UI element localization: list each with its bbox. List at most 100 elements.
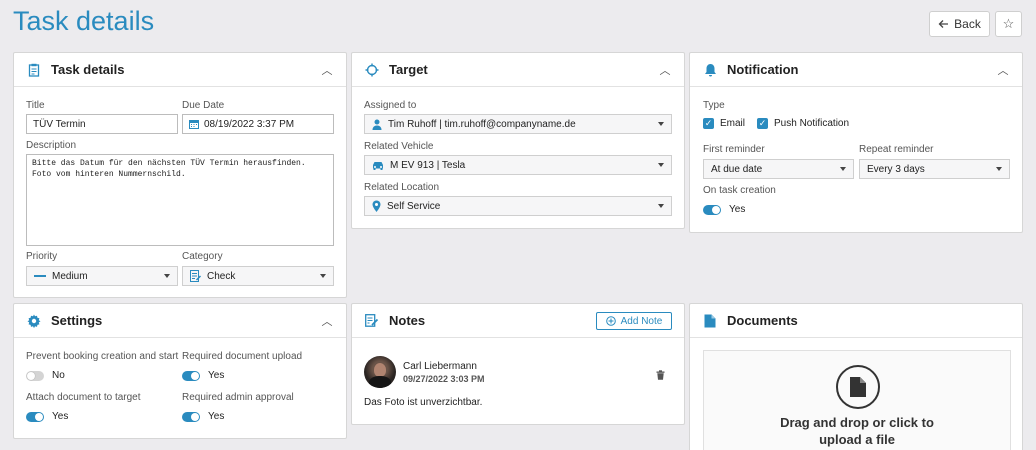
calendar-icon bbox=[189, 120, 199, 129]
category-label: Category bbox=[182, 251, 223, 262]
settings-title: Settings bbox=[51, 313, 103, 328]
first-reminder-value: At due date bbox=[711, 163, 763, 175]
task-details-card: Task details ︿ Title TÜV Termin Due Date… bbox=[13, 52, 347, 298]
add-note-label: Add Note bbox=[620, 315, 663, 327]
notes-card: Notes Add Note Carl Liebermann 09/27/202… bbox=[351, 303, 685, 425]
prevent-label: Prevent booking creation and start bbox=[26, 351, 179, 362]
minus-icon bbox=[34, 274, 46, 278]
assigned-label: Assigned to bbox=[364, 100, 417, 111]
documents-title: Documents bbox=[727, 313, 798, 328]
back-button[interactable]: Back bbox=[929, 11, 990, 37]
first-reminder-select[interactable]: At due date bbox=[703, 159, 854, 179]
add-note-button[interactable]: Add Note bbox=[596, 312, 672, 330]
notification-title: Notification bbox=[727, 62, 799, 77]
email-checkbox[interactable]: ✓ Email bbox=[703, 118, 745, 129]
title-label: Title bbox=[26, 100, 45, 111]
chevron-up-icon[interactable]: ︿ bbox=[320, 62, 334, 78]
dropzone-line2: upload a file bbox=[819, 432, 895, 447]
note-date: 09/27/2022 3:03 PM bbox=[403, 374, 485, 384]
document-icon bbox=[702, 313, 718, 329]
assigned-select[interactable]: Tim Ruhoff | tim.ruhoff@companyname.de bbox=[364, 114, 672, 134]
target-header[interactable]: Target ︿ bbox=[352, 53, 684, 87]
chevron-up-icon[interactable]: ︿ bbox=[658, 62, 672, 78]
car-icon bbox=[372, 161, 384, 170]
file-dropzone[interactable]: Drag and drop or click to upload a file bbox=[703, 350, 1011, 450]
clipboard-icon bbox=[26, 62, 42, 78]
star-icon: ☆ bbox=[1002, 16, 1015, 31]
checkmark-icon: ✓ bbox=[757, 118, 768, 129]
priority-value: Medium bbox=[52, 270, 88, 282]
vehicle-label: Related Vehicle bbox=[364, 141, 434, 152]
target-title: Target bbox=[389, 62, 428, 77]
map-pin-icon bbox=[372, 200, 381, 212]
edit-note-icon bbox=[364, 313, 380, 329]
title-input[interactable]: TÜV Termin bbox=[26, 114, 178, 134]
trash-icon[interactable] bbox=[656, 367, 665, 385]
admin-label: Required admin approval bbox=[182, 392, 294, 403]
toggle-switch[interactable] bbox=[703, 204, 721, 215]
attach-label: Attach document to target bbox=[26, 392, 141, 403]
type-label: Type bbox=[703, 100, 725, 111]
due-date-label: Due Date bbox=[182, 100, 225, 111]
chevron-up-icon[interactable]: ︿ bbox=[320, 313, 334, 329]
toggle-switch[interactable] bbox=[26, 370, 44, 381]
location-value: Self Service bbox=[387, 200, 441, 212]
notification-card: Notification ︿ Type ✓ Email ✓ Push Notif… bbox=[689, 52, 1023, 233]
documents-header: Documents bbox=[690, 304, 1022, 338]
push-label: Push Notification bbox=[774, 118, 850, 129]
attach-toggle[interactable]: Yes bbox=[26, 411, 68, 422]
assigned-value: Tim Ruhoff | tim.ruhoff@companyname.de bbox=[388, 118, 576, 130]
prevent-toggle[interactable]: No bbox=[26, 370, 65, 381]
priority-label: Priority bbox=[26, 251, 58, 262]
on-creation-value: Yes bbox=[729, 204, 746, 215]
admin-value: Yes bbox=[208, 411, 225, 422]
doc-upload-toggle[interactable]: Yes bbox=[182, 370, 224, 381]
category-select[interactable]: Check bbox=[182, 266, 334, 286]
prevent-value: No bbox=[52, 370, 65, 381]
page-title: Task details bbox=[13, 6, 155, 36]
checkmark-icon: ✓ bbox=[703, 118, 714, 129]
description-label: Description bbox=[26, 140, 77, 151]
checklist-icon bbox=[190, 270, 201, 282]
due-date-input[interactable]: 08/19/2022 3:37 PM bbox=[182, 114, 334, 134]
admin-toggle[interactable]: Yes bbox=[182, 411, 224, 422]
category-value: Check bbox=[207, 270, 236, 282]
settings-header[interactable]: Settings ︿ bbox=[14, 304, 346, 338]
back-button-label: Back bbox=[954, 17, 981, 31]
caret-down-icon bbox=[996, 167, 1002, 171]
documents-card: Documents Drag and drop or click to uplo… bbox=[689, 303, 1023, 450]
vehicle-select[interactable]: M EV 913 | Tesla bbox=[364, 155, 672, 175]
location-label: Related Location bbox=[364, 182, 440, 193]
toggle-switch[interactable] bbox=[182, 411, 200, 422]
toggle-switch[interactable] bbox=[182, 370, 200, 381]
task-details-header[interactable]: Task details ︿ bbox=[14, 53, 346, 87]
notification-header[interactable]: Notification ︿ bbox=[690, 53, 1022, 87]
push-checkbox[interactable]: ✓ Push Notification bbox=[757, 118, 849, 129]
vehicle-value: M EV 913 | Tesla bbox=[390, 159, 466, 171]
user-icon bbox=[372, 119, 382, 130]
settings-card: Settings ︿ Prevent booking creation and … bbox=[13, 303, 347, 439]
avatar bbox=[364, 356, 396, 388]
caret-down-icon bbox=[164, 274, 170, 278]
arrow-left-icon bbox=[938, 20, 949, 28]
priority-select[interactable]: Medium bbox=[26, 266, 178, 286]
description-textarea[interactable]: Bitte das Datum für den nächsten TÜV Ter… bbox=[26, 154, 334, 246]
gear-icon bbox=[26, 313, 42, 329]
attach-value: Yes bbox=[52, 411, 69, 422]
chevron-up-icon[interactable]: ︿ bbox=[996, 62, 1010, 78]
caret-down-icon bbox=[658, 204, 664, 208]
plus-circle-icon bbox=[605, 316, 616, 326]
note-text: Das Foto ist unverzichtbar. bbox=[364, 397, 483, 408]
caret-down-icon bbox=[658, 163, 664, 167]
due-date-value: 08/19/2022 3:37 PM bbox=[204, 118, 295, 130]
on-creation-toggle[interactable]: Yes bbox=[703, 204, 745, 215]
toggle-switch[interactable] bbox=[26, 411, 44, 422]
doc-upload-value: Yes bbox=[208, 370, 225, 381]
location-select[interactable]: Self Service bbox=[364, 196, 672, 216]
repeat-reminder-select[interactable]: Every 3 days bbox=[859, 159, 1010, 179]
dropzone-line1: Drag and drop or click to bbox=[780, 415, 934, 430]
first-reminder-label: First reminder bbox=[703, 144, 765, 155]
caret-down-icon bbox=[840, 167, 846, 171]
favorite-button[interactable]: ☆ bbox=[995, 11, 1022, 37]
caret-down-icon bbox=[658, 122, 664, 126]
